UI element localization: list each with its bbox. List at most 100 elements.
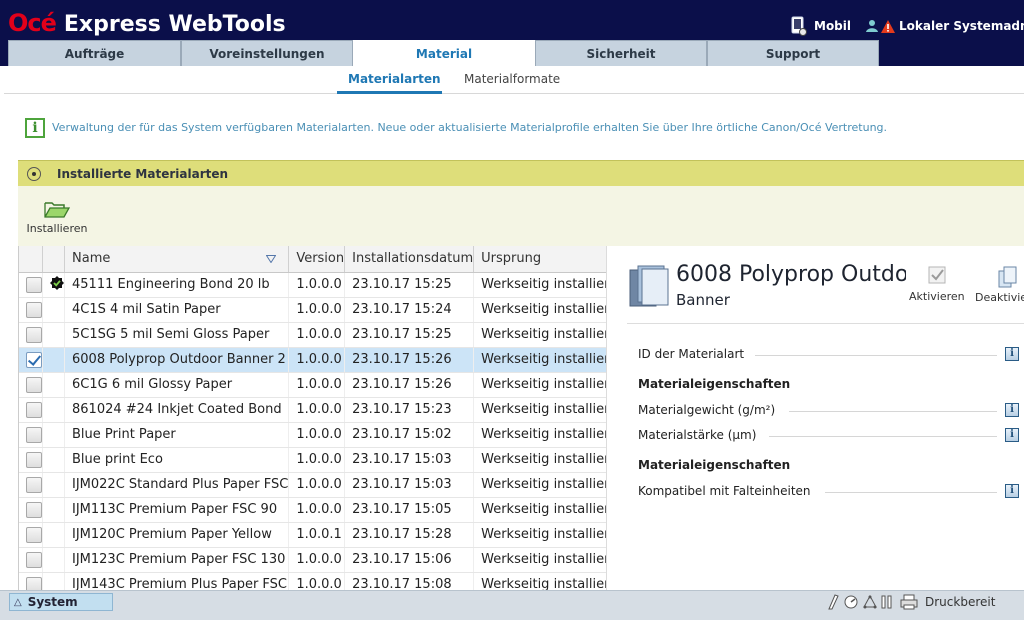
row-default-cell [42, 347, 65, 373]
column-header-date[interactable]: Installationsdatum [344, 246, 475, 273]
id-label: ID der Materialart [638, 347, 745, 361]
row-origin: Werkseitig installiert [473, 372, 606, 398]
row-checkbox[interactable] [26, 276, 42, 293]
network-icon[interactable] [862, 594, 878, 610]
tab-sicherheit[interactable]: Sicherheit [535, 40, 707, 66]
sort-descending-icon[interactable] [266, 255, 277, 263]
table-row[interactable]: Blue print Eco 1.0.0.0 23.10.17 15:03 Werks… [19, 447, 606, 473]
activate-button[interactable]: Aktivieren [909, 266, 965, 303]
table-row[interactable]: IJM113C Premium Paper FSC 90 1.0.0.0 23.10… [19, 497, 606, 523]
row-default-cell [42, 422, 65, 448]
pause-icon[interactable] [881, 594, 893, 610]
system-tab[interactable]: △ System [9, 593, 113, 611]
subtab-materialformate[interactable]: Materialformate [464, 72, 560, 86]
row-default-cell [42, 572, 65, 590]
material-type-icon [629, 265, 669, 307]
materials-table-container[interactable]: Name Version Installationsdatum Ursprung… [18, 246, 606, 590]
row-checkbox[interactable] [26, 551, 42, 568]
table-row[interactable]: Blue Print Paper 1.0.0.0 23.10.17 15:02 Wer… [19, 422, 606, 448]
thickness-label: Materialstärke (µm) [638, 428, 757, 442]
row-select-cell [19, 347, 43, 373]
user-label: Lokaler Systemadmi [899, 19, 1024, 33]
weight-info-icon[interactable]: i [1005, 403, 1019, 417]
column-header-origin[interactable]: Ursprung [473, 246, 606, 273]
row-checkbox[interactable] [26, 426, 42, 443]
column-name-label: Name [72, 251, 111, 267]
mobil-link[interactable]: Mobil [790, 16, 851, 36]
row-checkbox[interactable] [26, 376, 42, 393]
select-column-header[interactable] [19, 246, 43, 273]
table-row[interactable]: IJM120C Premium Paper Yellow 1.0.0.1 23.10… [19, 522, 606, 548]
row-origin: Werkseitig installiert [473, 272, 606, 298]
printer-icon[interactable] [900, 594, 918, 610]
row-version: 1.0.0.0 [288, 372, 346, 398]
table-row[interactable]: 6008 Polyprop Outdoor Banner 2 1.0.0.0 23.… [19, 347, 606, 373]
row-name: IJM143C Premium Plus Paper FSC [64, 572, 290, 590]
paper-roll-icon[interactable] [826, 594, 840, 610]
row-default-cell [42, 322, 65, 348]
row-version: 1.0.0.0 [288, 472, 346, 498]
row-version: 1.0.0.0 [288, 422, 346, 448]
row-checkbox[interactable] [26, 576, 42, 590]
deactivate-icon [998, 266, 1017, 288]
row-default-cell [42, 372, 65, 398]
row-checkbox[interactable] [26, 476, 42, 493]
row-select-cell [19, 472, 43, 498]
row-checkbox[interactable] [26, 501, 42, 518]
row-select-cell [19, 297, 43, 323]
folder-info-icon[interactable]: i [1005, 484, 1019, 498]
table-row[interactable]: 5C1SG 5 mil Semi Gloss Paper 1.0.0.0 23.10… [19, 322, 606, 348]
tab-support[interactable]: Support [707, 40, 879, 66]
table-row[interactable]: IJM123C Premium Paper FSC 130 1.0.0.0 23.1… [19, 547, 606, 573]
table-row[interactable]: IJM143C Premium Plus Paper FSC 1.0.0.0 23.… [19, 572, 606, 590]
column-header-version[interactable]: Version [288, 246, 346, 273]
row-date: 23.10.17 15:03 [344, 472, 475, 498]
row-default-cell [42, 522, 65, 548]
deactivate-button[interactable]: Deaktivieren [975, 266, 1024, 304]
row-date: 23.10.17 15:26 [344, 372, 475, 398]
weight-label: Materialgewicht (g/m²) [638, 403, 776, 417]
table-row[interactable]: 6C1G 6 mil Glossy Paper 1.0.0.0 23.10.17 1… [19, 372, 606, 398]
activate-label: Aktivieren [909, 290, 965, 303]
row-checkbox[interactable] [26, 401, 42, 418]
status-bar: △ System Druckbereit [0, 590, 1024, 620]
row-checkbox[interactable] [26, 451, 42, 468]
subtab-materialarten[interactable]: Materialarten [348, 72, 441, 86]
row-version: 1.0.0.0 [288, 572, 346, 590]
row-checkbox[interactable] [26, 301, 42, 318]
table-row[interactable]: 4C1S 4 mil Satin Paper 1.0.0.0 23.10.17 15… [19, 297, 606, 323]
row-origin: Werkseitig installiert [473, 522, 606, 548]
installed-materials-header[interactable]: Installierte Materialarten [18, 160, 1024, 186]
table-body: 45111 Engineering Bond 20 lb 1.0.0.0 23.10… [19, 272, 606, 590]
install-button[interactable]: Installieren [24, 200, 90, 235]
column-header-name[interactable]: Name [64, 246, 290, 273]
user-menu[interactable]: Lokaler Systemadmi [865, 19, 1024, 33]
tab-material[interactable]: Material [353, 40, 535, 66]
row-select-cell [19, 522, 43, 548]
id-leader-line [755, 355, 997, 356]
row-origin: Werkseitig installiert [473, 347, 606, 373]
row-name: 4C1S 4 mil Satin Paper [64, 297, 290, 323]
row-date: 23.10.17 15:02 [344, 422, 475, 448]
main-tabs: Aufträge Voreinstellungen Material Siche… [8, 40, 879, 66]
table-row[interactable]: 45111 Engineering Bond 20 lb 1.0.0.0 23.10… [19, 272, 606, 298]
thickness-leader-line [769, 436, 997, 437]
row-default-cell [42, 447, 65, 473]
row-checkbox[interactable] [26, 326, 42, 343]
materials-table: Name Version Installationsdatum Ursprung… [19, 246, 606, 590]
thickness-info-icon[interactable]: i [1005, 428, 1019, 442]
row-date: 23.10.17 15:08 [344, 572, 475, 590]
id-info-icon[interactable]: i [1005, 347, 1019, 361]
row-select-cell [19, 547, 43, 573]
row-version: 1.0.0.0 [288, 497, 346, 523]
brand: Océ Express WebTools [8, 9, 286, 37]
row-checkbox[interactable] [26, 526, 42, 543]
row-checkbox[interactable] [26, 351, 42, 368]
collapse-toggle-icon[interactable] [27, 166, 41, 181]
table-row[interactable]: 861024 #24 Inkjet Coated Bond 1.0.0.0 23.1… [19, 397, 606, 423]
tab-voreinstellungen[interactable]: Voreinstellungen [181, 40, 353, 66]
tab-auftraege[interactable]: Aufträge [8, 40, 181, 66]
toner-gauge-icon[interactable] [843, 594, 859, 610]
table-row[interactable]: IJM022C Standard Plus Paper FSC 1.0.0.0 23… [19, 472, 606, 498]
row-origin: Werkseitig installiert [473, 297, 606, 323]
